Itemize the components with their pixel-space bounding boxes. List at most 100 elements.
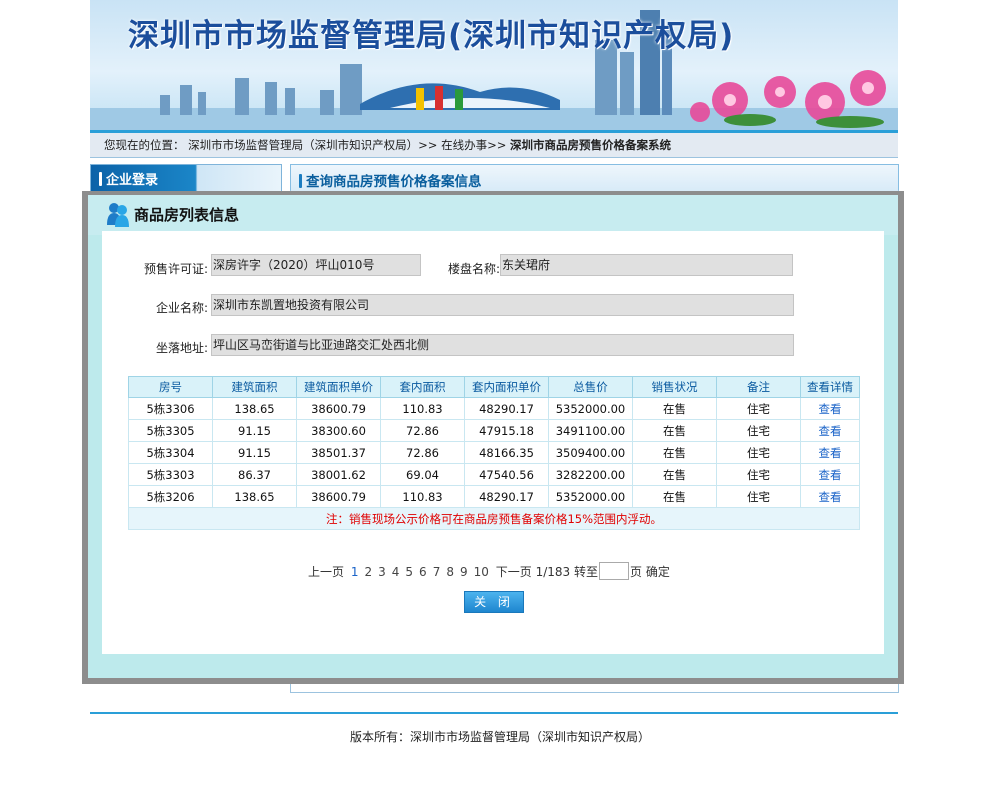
- goto-confirm-button[interactable]: 确定: [646, 565, 670, 579]
- detail-link-cell[interactable]: 查看: [800, 485, 860, 508]
- inner-area-cell: 72.86: [380, 441, 465, 464]
- bar-icon: [299, 174, 302, 188]
- breadcrumb-current: 深圳市商品房预售价格备案系统: [510, 138, 672, 152]
- col-header-room: 房号: [128, 376, 213, 398]
- breadcrumb-prefix: 您现在的位置：: [104, 138, 185, 152]
- inner-unit-price-cell: 47540.56: [464, 463, 549, 486]
- company-label: 企业名称:: [155, 301, 208, 315]
- page-number-link[interactable]: 2: [364, 565, 372, 579]
- inner-unit-price-cell: 48290.17: [464, 397, 549, 420]
- sale-status-cell: 在售: [632, 441, 717, 464]
- sale-status-cell: 在售: [632, 485, 717, 508]
- inner-unit-price-cell: 48290.17: [464, 485, 549, 508]
- col-header-detail: 查看详情: [800, 376, 860, 398]
- total-price-cell: 3491100.00: [548, 419, 633, 442]
- table-row: 5栋3206 138.65 38600.79 110.83 48290.17 535200…: [128, 485, 860, 508]
- room-number-cell: 5栋3304: [128, 441, 213, 464]
- area-unit-price-cell: 38300.60: [296, 419, 381, 442]
- breadcrumb-bar: 您现在的位置： 深圳市市场监督管理局（深圳市知识产权局）>> 在线办事>> 深圳…: [90, 130, 898, 158]
- total-price-cell: 5352000.00: [548, 485, 633, 508]
- price-note: 注：销售现场公示价格可在商品房预售备案价格15%范围内浮动。: [128, 507, 860, 530]
- col-header-area: 建筑面积: [212, 376, 297, 398]
- page-number-link[interactable]: 7: [433, 565, 441, 579]
- area-unit-price-cell: 38501.37: [296, 441, 381, 464]
- room-number-cell: 5栋3305: [128, 419, 213, 442]
- main-header: 查询商品房预售价格备案信息: [290, 164, 899, 192]
- sidebar-header[interactable]: 企业登录: [90, 164, 282, 192]
- remark-cell: 住宅: [716, 441, 801, 464]
- sale-status-cell: 在售: [632, 463, 717, 486]
- users-icon: [107, 203, 129, 227]
- table-row: 5栋3303 86.37 38001.62 69.04 47540.56 3282200.…: [128, 463, 860, 486]
- inner-area-cell: 110.83: [380, 397, 465, 420]
- remark-cell: 住宅: [716, 485, 801, 508]
- breadcrumb-path[interactable]: 深圳市市场监督管理局（深圳市知识产权局）>> 在线办事>>: [188, 138, 506, 152]
- page-number-link[interactable]: 5: [405, 565, 413, 579]
- page-number-link[interactable]: 8: [446, 565, 454, 579]
- address-field: 坪山区马峦街道与比亚迪路交汇处西北侧: [211, 334, 794, 356]
- area-unit-price-cell: 38600.79: [296, 485, 381, 508]
- page-number-link[interactable]: 9: [460, 565, 468, 579]
- col-header-remark: 备注: [716, 376, 801, 398]
- bar-icon: [99, 172, 102, 186]
- building-area-cell: 138.65: [212, 397, 297, 420]
- inner-unit-price-cell: 47915.18: [464, 419, 549, 442]
- address-label: 坐落地址:: [155, 341, 208, 355]
- area-unit-price-cell: 38001.62: [296, 463, 381, 486]
- permit-field: 深房许字（2020）坪山010号: [211, 254, 421, 276]
- site-title: 深圳市市场监督管理局(深圳市知识产权局): [128, 18, 735, 54]
- remark-cell: 住宅: [716, 419, 801, 442]
- col-header-total: 总售价: [548, 376, 633, 398]
- detail-link-cell[interactable]: 查看: [800, 419, 860, 442]
- modal-title: 商品房列表信息: [134, 206, 240, 224]
- next-page-link[interactable]: 下一页: [496, 565, 532, 579]
- table-row: 5栋3305 91.15 38300.60 72.86 47915.18 3491100.…: [128, 419, 860, 442]
- room-number-cell: 5栋3206: [128, 485, 213, 508]
- table-header-row: 房号 建筑面积 建筑面积单价 套内面积 套内面积单价 总售价 销售状况 备注 查…: [128, 376, 860, 398]
- inner-area-cell: 110.83: [380, 485, 465, 508]
- permit-label: 预售许可证:: [143, 262, 208, 276]
- room-number-cell: 5栋3303: [128, 463, 213, 486]
- col-header-inner-price: 套内面积单价: [464, 376, 549, 398]
- total-price-cell: 3282200.00: [548, 463, 633, 486]
- pagination: 上一页 1 2 3 4 5 6 7 8 9 10 下一页 1/183 转至 页 确定: [308, 562, 670, 580]
- page-number-link[interactable]: 1: [351, 565, 359, 579]
- page-summary: 1/183: [535, 565, 571, 579]
- inner-area-cell: 72.86: [380, 419, 465, 442]
- detail-link-cell[interactable]: 查看: [800, 441, 860, 464]
- sale-status-cell: 在售: [632, 397, 717, 420]
- building-area-cell: 91.15: [212, 441, 297, 464]
- footer-divider: [90, 712, 898, 714]
- building-name-field: 东关珺府: [500, 254, 793, 276]
- page-number-link[interactable]: 4: [392, 565, 400, 579]
- detail-link-cell[interactable]: 查看: [800, 463, 860, 486]
- prev-page-link[interactable]: 上一页: [308, 565, 344, 579]
- inner-area-cell: 69.04: [380, 463, 465, 486]
- col-header-inner-area: 套内面积: [380, 376, 465, 398]
- building-area-cell: 86.37: [212, 463, 297, 486]
- building-area-cell: 138.65: [212, 485, 297, 508]
- company-name-field: 深圳市东凯置地投资有限公司: [211, 294, 794, 316]
- page-number-link[interactable]: 10: [474, 565, 489, 579]
- page-suffix: 页: [630, 565, 643, 579]
- sidebar-header-label: 企业登录: [106, 173, 159, 188]
- area-unit-price-cell: 38600.79: [296, 397, 381, 420]
- table-row: 5栋3304 91.15 38501.37 72.86 48166.35 3509400.…: [128, 441, 860, 464]
- col-header-area-price: 建筑面积单价: [296, 376, 381, 398]
- inner-unit-price-cell: 48166.35: [464, 441, 549, 464]
- remark-cell: 住宅: [716, 397, 801, 420]
- header-banner: 深圳市市场监督管理局(深圳市知识产权局): [90, 0, 898, 130]
- page-number-list: 1 2 3 4 5 6 7 8 9 10: [348, 565, 492, 579]
- main-header-label: 查询商品房预售价格备案信息: [306, 174, 482, 190]
- page-number-link[interactable]: 6: [419, 565, 427, 579]
- total-price-cell: 5352000.00: [548, 397, 633, 420]
- detail-link-cell[interactable]: 查看: [800, 397, 860, 420]
- col-header-status: 销售状况: [632, 376, 717, 398]
- room-number-cell: 5栋3306: [128, 397, 213, 420]
- goto-label: 转至: [573, 565, 598, 579]
- page-number-link[interactable]: 3: [378, 565, 386, 579]
- close-button[interactable]: 关 闭: [464, 591, 524, 613]
- total-price-cell: 3509400.00: [548, 441, 633, 464]
- breadcrumb: 您现在的位置： 深圳市市场监督管理局（深圳市知识产权局）>> 在线办事>> 深圳…: [104, 137, 671, 153]
- goto-page-input[interactable]: [599, 562, 629, 580]
